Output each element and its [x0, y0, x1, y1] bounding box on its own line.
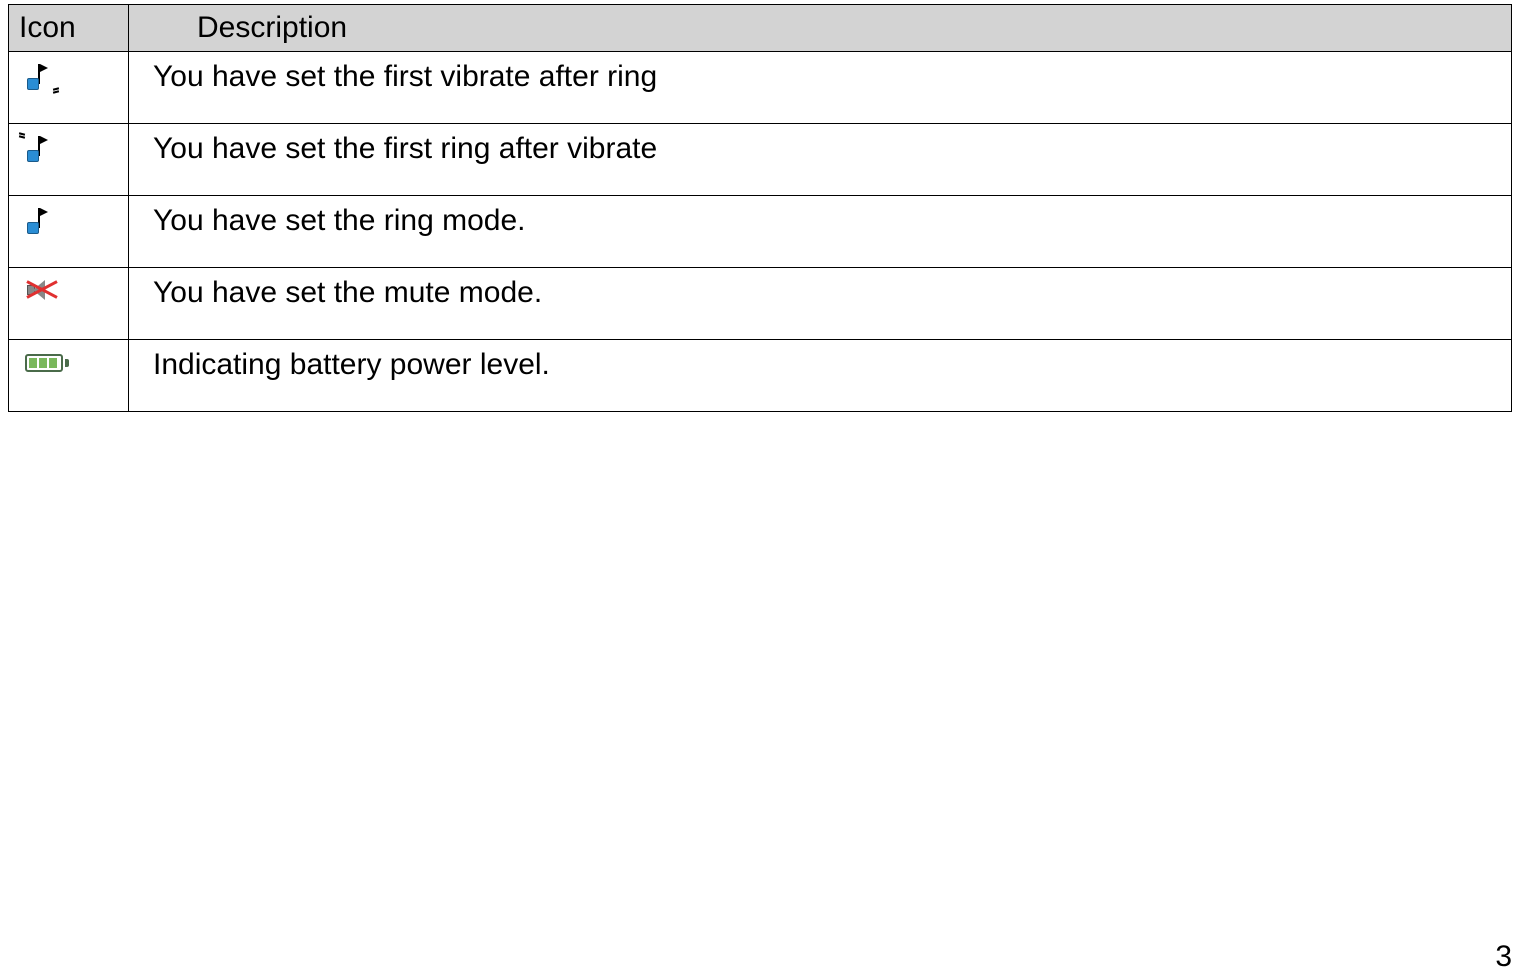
description-cell: You have set the first vibrate after rin… [129, 52, 1512, 124]
battery-level-icon [25, 352, 69, 374]
description-cell: You have set the mute mode. [129, 268, 1512, 340]
icon-cell [9, 196, 129, 268]
description-cell: You have set the ring mode. [129, 196, 1512, 268]
icon-cell [9, 52, 129, 124]
description-cell: You have set the first ring after vibrat… [129, 124, 1512, 196]
table-row: You have set the first vibrate after rin… [9, 52, 1512, 124]
table-header-row: Icon Description [9, 5, 1512, 52]
icon-cell [9, 124, 129, 196]
table-row: You have set the first ring after vibrat… [9, 124, 1512, 196]
page-number: 3 [1495, 940, 1512, 974]
table-row: Indicating battery power level. [9, 340, 1512, 412]
vibrate-after-ring-icon [25, 60, 53, 92]
header-icon: Icon [9, 5, 129, 52]
ring-after-vibrate-icon [25, 132, 53, 164]
icon-cell [9, 268, 129, 340]
table-row: You have set the ring mode. [9, 196, 1512, 268]
icon-description-table: Icon Description You have set the first … [8, 4, 1512, 412]
table-row: You have set the mute mode. [9, 268, 1512, 340]
description-cell: Indicating battery power level. [129, 340, 1512, 412]
header-description: Description [129, 5, 1512, 52]
mute-mode-icon [25, 276, 61, 304]
icon-cell [9, 340, 129, 412]
ring-mode-icon [25, 204, 53, 236]
